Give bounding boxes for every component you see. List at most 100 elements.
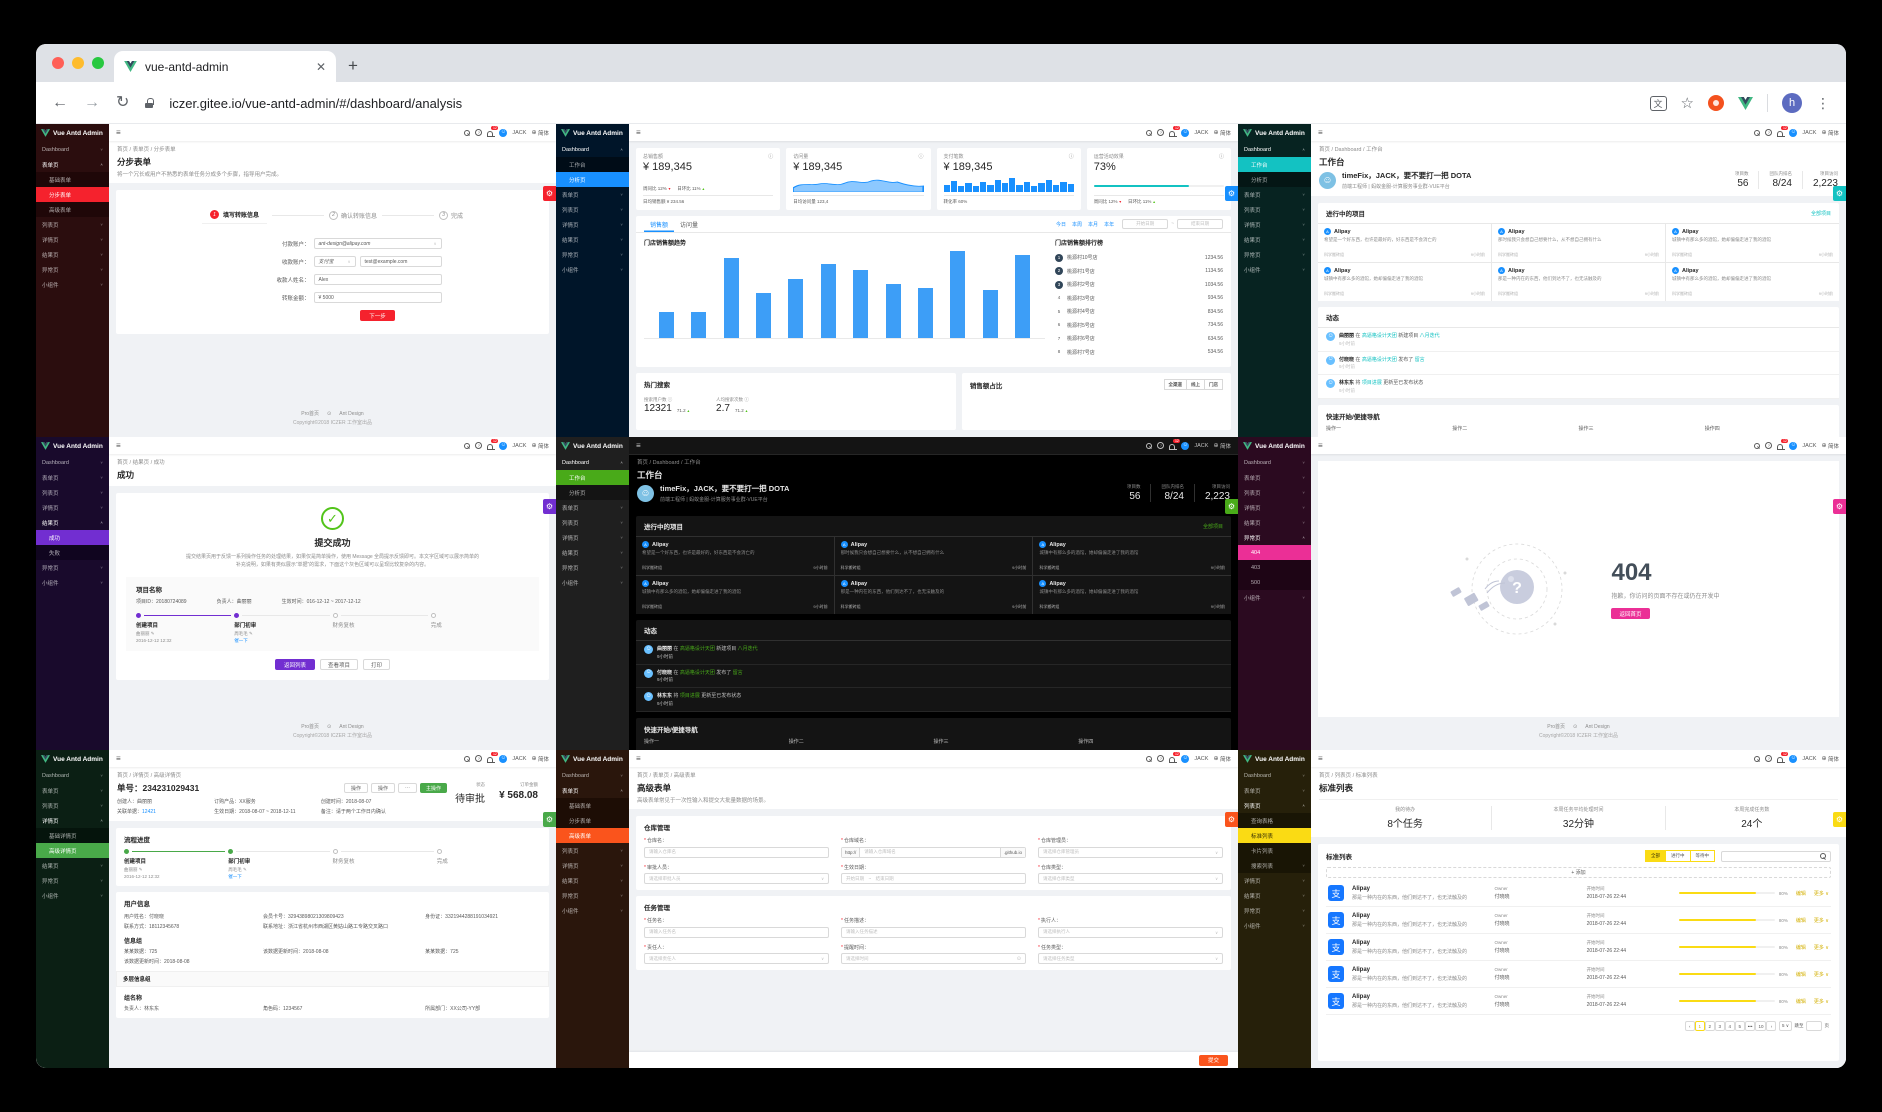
user-name[interactable]: JACK xyxy=(512,130,526,136)
sidebar-item[interactable]: 详情页 ∨ xyxy=(556,530,629,545)
back-button[interactable]: ← xyxy=(52,95,68,111)
menu-fold-icon[interactable]: ≡ xyxy=(1318,128,1323,137)
search-icon[interactable] xyxy=(1754,129,1761,136)
sidebar-item[interactable]: 结果页 ∨ xyxy=(36,858,109,873)
sidebar-item[interactable]: 小组件 ∨ xyxy=(1238,590,1311,605)
filter-option[interactable]: 进行中 xyxy=(1665,850,1691,862)
list-item[interactable]: 支 Alipay 那是一种内在的东西，他们到达不了，也无法触及的 Owner 付… xyxy=(1326,907,1831,934)
sidebar-item[interactable]: 列表页 ∨ xyxy=(556,843,629,858)
sidebar-item[interactable]: 表单页 ∨ xyxy=(1238,783,1311,798)
language-switch[interactable]: ⊕ 简体 xyxy=(1821,442,1839,450)
page-button[interactable]: 3 xyxy=(1714,1021,1725,1031)
user-name[interactable]: JACK xyxy=(1802,756,1816,762)
footer-link[interactable]: Pro首页 xyxy=(301,723,319,730)
sidebar-item[interactable]: 小组件 ∨ xyxy=(36,575,109,590)
info-icon[interactable]: ⓘ xyxy=(1069,153,1074,160)
sidebar-item[interactable]: 工作台 xyxy=(556,470,629,485)
lock-icon[interactable] xyxy=(145,98,154,108)
notification-bell[interactable]: 12 xyxy=(1168,751,1181,763)
search-icon[interactable] xyxy=(1146,442,1153,449)
sidebar-item[interactable]: 基础表单 xyxy=(556,798,629,813)
help-icon[interactable]: ? xyxy=(1765,442,1773,449)
url-text[interactable]: iczer.gitee.io/vue-antd-admin/#/dashboar… xyxy=(169,96,1633,111)
next-step-button[interactable]: 下一步 xyxy=(360,310,395,321)
sidebar-item[interactable]: Dashboard ∧ xyxy=(556,455,629,470)
quick-op-link[interactable]: 操作四 xyxy=(1078,738,1223,745)
theme-settings-button[interactable]: ⚙ xyxy=(1833,812,1846,827)
action-button[interactable]: 操作 xyxy=(344,783,369,793)
info-icon[interactable]: ⓘ xyxy=(744,397,749,402)
footer-link[interactable]: Pro首页 xyxy=(301,410,319,417)
app-logo[interactable]: Vue Antd Admin xyxy=(36,437,109,455)
sidebar-item[interactable]: 结果页 ∧ xyxy=(36,515,109,530)
page-button[interactable]: 5 xyxy=(1734,1021,1745,1031)
sidebar-item[interactable]: 搜索列表 ∨ xyxy=(1238,858,1311,873)
sidebar-item[interactable]: 详情页 ∨ xyxy=(1238,217,1311,232)
sidebar-item[interactable]: 小组件 ∨ xyxy=(36,888,109,903)
app-logo[interactable]: Vue Antd Admin xyxy=(556,437,629,455)
sidebar-item[interactable]: 结果页 ∨ xyxy=(556,232,629,247)
form-control[interactable]: 请选择责任人 xyxy=(644,953,829,964)
form-control[interactable]: 请选择仓库类型 xyxy=(1038,873,1223,884)
sidebar-item[interactable]: Dashboard ∨ xyxy=(1238,768,1311,783)
page-button[interactable]: 1 xyxy=(1694,1021,1705,1031)
search-icon[interactable] xyxy=(1754,755,1761,762)
translate-icon[interactable]: 文 xyxy=(1649,95,1667,111)
sidebar-item[interactable]: 结果页 ∨ xyxy=(1238,888,1311,903)
main-action-button[interactable]: 主操作 xyxy=(420,783,448,793)
theme-settings-button[interactable]: ⚙ xyxy=(1225,186,1238,201)
edit-link[interactable]: 编辑 xyxy=(1796,998,1806,1005)
notification-bell[interactable]: 12 xyxy=(1776,125,1789,137)
page-button[interactable]: 2 xyxy=(1704,1021,1715,1031)
notification-bell[interactable]: 12 xyxy=(1776,751,1789,763)
browser-menu-icon[interactable]: ⋮ xyxy=(1816,95,1830,112)
forward-button[interactable]: → xyxy=(84,95,100,111)
ratio-tab[interactable]: 全渠道 xyxy=(1163,379,1187,390)
form-control[interactable]: http:// 请输入仓库域名 .github.io xyxy=(841,846,1026,858)
sidebar-item[interactable]: 异常页 ∨ xyxy=(1238,247,1311,262)
sidebar-item[interactable]: 成功 xyxy=(36,530,109,545)
app-logo[interactable]: Vue Antd Admin xyxy=(556,750,629,768)
sidebar-item[interactable]: 异常页 ∨ xyxy=(556,247,629,262)
theme-settings-button[interactable]: ⚙ xyxy=(1833,499,1846,514)
app-logo[interactable]: Vue Antd Admin xyxy=(1238,124,1311,142)
language-switch[interactable]: ⊕ 简体 xyxy=(531,129,549,137)
project-card[interactable]: A Alipay 城镇中有那么多的酒馆，她却偏偏走进了我的酒馆 科学搬砖组 9小时前 xyxy=(1666,224,1839,262)
range-link[interactable]: 本年 xyxy=(1104,221,1114,228)
ratio-tab[interactable]: 门店 xyxy=(1204,379,1223,390)
extension-icon[interactable] xyxy=(1708,95,1724,111)
project-card[interactable]: A Alipay 城镇中有那么多的酒馆，她却偏偏走进了我的酒馆 科学搬砖组 9小时前 xyxy=(1666,263,1839,301)
ratio-tab[interactable]: 线上 xyxy=(1186,379,1205,390)
vue-devtools-icon[interactable] xyxy=(1738,96,1753,110)
form-control[interactable]: 请输入任务名 xyxy=(644,926,829,938)
theme-settings-button[interactable]: ⚙ xyxy=(1225,499,1238,514)
sidebar-item[interactable]: 403 xyxy=(1238,560,1311,575)
sidebar-item[interactable]: 小组件 ∨ xyxy=(556,903,629,918)
user-name[interactable]: JACK xyxy=(1802,130,1816,136)
new-tab-button[interactable]: + xyxy=(348,56,358,76)
help-icon[interactable]: ? xyxy=(475,755,483,762)
sidebar-item[interactable]: 异常页 ∨ xyxy=(36,873,109,888)
sidebar-item[interactable]: 表单页 ∨ xyxy=(556,187,629,202)
sidebar-item[interactable]: 高级表单 xyxy=(556,828,629,843)
user-avatar[interactable] xyxy=(1181,754,1190,763)
user-avatar[interactable] xyxy=(499,754,508,763)
sidebar-item[interactable]: 工作台 xyxy=(556,157,629,172)
edit-link[interactable]: 编辑 xyxy=(1796,917,1806,924)
sidebar-item[interactable]: 工作台 xyxy=(1238,157,1311,172)
sidebar-item[interactable]: 404 xyxy=(1238,545,1311,560)
footer-link[interactable]: Ant Design xyxy=(339,411,363,417)
app-logo[interactable]: Vue Antd Admin xyxy=(1238,750,1311,768)
sidebar-item[interactable]: 查询表格 xyxy=(1238,813,1311,828)
user-avatar[interactable] xyxy=(1789,441,1798,450)
tab-sales[interactable]: 销售额 xyxy=(644,216,674,232)
notification-bell[interactable]: 12 xyxy=(486,438,499,450)
theme-settings-button[interactable]: ⚙ xyxy=(1225,812,1238,827)
back-home-button[interactable]: 返回首页 xyxy=(1611,608,1650,619)
sidebar-item[interactable]: 小组件 ∨ xyxy=(1238,918,1311,933)
project-card[interactable]: A Alipay 城镇中有那么多的酒馆，她却偏偏走进了我的酒馆 科学搬砖组 9小时前 xyxy=(636,576,834,614)
help-icon[interactable]: ? xyxy=(475,129,483,136)
browser-tab[interactable]: vue-antd-admin ✕ xyxy=(114,51,336,82)
sidebar-item[interactable]: 高级表单 xyxy=(36,202,109,217)
github-icon[interactable]: ⊙ xyxy=(327,724,331,730)
